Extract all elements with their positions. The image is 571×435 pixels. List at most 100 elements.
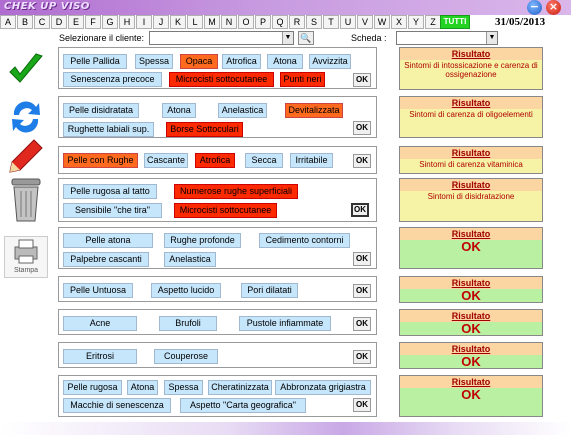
chevron-down-icon[interactable]: ▼	[282, 32, 293, 44]
letter-z[interactable]: Z	[425, 15, 441, 29]
symptom-chip[interactable]: Anelastica	[218, 103, 267, 118]
symptom-chip[interactable]: Aspetto lucido	[151, 283, 221, 298]
symptom-chip[interactable]: Pelle rugosa al tatto	[63, 184, 157, 199]
symptom-chip[interactable]: Pelle Pallida	[63, 54, 127, 69]
bottom-decoration	[0, 422, 571, 435]
symptom-chip[interactable]: Macchie di senescenza	[63, 398, 171, 413]
letter-o[interactable]: O	[238, 15, 254, 29]
symptom-chip[interactable]: Cascante	[144, 153, 188, 168]
ok-button[interactable]: OK	[353, 350, 371, 364]
letter-x[interactable]: X	[391, 15, 407, 29]
letter-p[interactable]: P	[255, 15, 271, 29]
symptom-chip[interactable]: Cheratinizzata	[208, 380, 272, 395]
symptom-chip[interactable]: Atona	[127, 380, 158, 395]
symptom-chip[interactable]: Couperose	[154, 349, 218, 364]
client-select[interactable]: ▼	[149, 31, 294, 45]
letter-b[interactable]: B	[17, 15, 33, 29]
symptom-chip[interactable]: Pelle Untuosa	[63, 283, 133, 298]
letter-a[interactable]: A	[0, 15, 16, 29]
letter-m[interactable]: M	[204, 15, 220, 29]
current-date: 31/05/2013	[495, 16, 546, 28]
symptom-chip[interactable]: Punti neri	[280, 72, 325, 87]
symptom-chip[interactable]: Senescenza precoce	[63, 72, 162, 87]
ok-button[interactable]: OK	[353, 284, 371, 298]
letter-f[interactable]: F	[85, 15, 101, 29]
letter-q[interactable]: Q	[272, 15, 288, 29]
symptom-chip[interactable]: Abbronzata grigiastra	[275, 380, 371, 395]
symptom-chip[interactable]: Palpebre cascanti	[63, 252, 149, 267]
symptom-chip[interactable]: Irritabile	[290, 153, 333, 168]
symptom-chip[interactable]: Atona	[162, 103, 196, 118]
letter-e[interactable]: E	[68, 15, 84, 29]
symptom-chip[interactable]: Avvizzita	[309, 54, 351, 69]
refresh-button[interactable]	[4, 97, 48, 139]
letter-v[interactable]: V	[357, 15, 373, 29]
symptom-group-9: Pelle rugosa Atona Spessa Cheratinizzata…	[58, 375, 377, 417]
symptom-chip[interactable]: Pelle con Rughe	[63, 153, 138, 168]
symptom-chip[interactable]: Aspetto "Carta geografica"	[180, 398, 306, 413]
ok-button[interactable]: OK	[353, 154, 371, 168]
ok-button[interactable]: OK	[353, 252, 371, 266]
symptom-chip[interactable]: Microcisti sottocutanee	[174, 203, 277, 218]
symptom-chip[interactable]: Cedimento contorni	[259, 233, 350, 248]
symptom-chip[interactable]: Numerose rughe superficiali	[174, 184, 298, 199]
client-label: Selezionare il cliente:	[59, 33, 145, 43]
symptom-chip[interactable]: Rughette labiali sup.	[63, 122, 154, 137]
symptom-chip[interactable]: Pelle atona	[63, 233, 153, 248]
ok-button[interactable]: OK	[351, 203, 369, 217]
letter-w[interactable]: W	[374, 15, 390, 29]
letter-r[interactable]: R	[289, 15, 305, 29]
symptom-chip[interactable]: Spessa	[135, 54, 173, 69]
symptom-chip[interactable]: Acne	[63, 316, 137, 331]
symptom-chip[interactable]: Sensibile "che tira"	[63, 203, 162, 218]
symptom-chip[interactable]: Pelle disidratata	[63, 103, 139, 118]
letter-t[interactable]: T	[323, 15, 339, 29]
symptom-chip[interactable]: Atrofica	[195, 153, 235, 168]
letter-n[interactable]: N	[221, 15, 237, 29]
letter-u[interactable]: U	[340, 15, 356, 29]
minimize-icon[interactable]: −	[527, 0, 542, 15]
ok-button[interactable]: OK	[353, 121, 371, 135]
delete-button[interactable]	[4, 175, 48, 223]
result-panel-7: Risultato OK	[399, 309, 543, 336]
symptom-chip[interactable]: Eritrosi	[63, 349, 137, 364]
symptom-chip[interactable]: Borse Sottoculari	[166, 122, 243, 137]
symptom-chip[interactable]: Opaca	[180, 54, 218, 69]
symptom-group-4: Pelle rugosa al tatto Numerose rughe sup…	[58, 178, 377, 222]
symptom-chip[interactable]: Atona	[267, 54, 303, 69]
scheda-label: Scheda :	[351, 33, 387, 43]
letter-l[interactable]: L	[187, 15, 203, 29]
ok-button[interactable]: OK	[353, 317, 371, 331]
symptom-chip[interactable]: Anelastica	[164, 252, 216, 267]
letter-y[interactable]: Y	[408, 15, 424, 29]
letter-d[interactable]: D	[51, 15, 67, 29]
symptom-chip[interactable]: Rughe profonde	[164, 233, 241, 248]
symptom-chip[interactable]: Spessa	[164, 380, 203, 395]
close-icon[interactable]: ×	[546, 0, 561, 15]
symptom-chip[interactable]: Microcisti sottocutanee	[169, 72, 274, 87]
letter-g[interactable]: G	[102, 15, 118, 29]
symptom-chip[interactable]: Devitalizzata	[285, 103, 343, 118]
edit-button[interactable]	[4, 136, 48, 176]
symptom-chip[interactable]: Pelle rugosa	[63, 380, 122, 395]
scheda-select[interactable]: ▼	[396, 31, 498, 45]
letter-j[interactable]: J	[153, 15, 169, 29]
print-button[interactable]: Stampa	[4, 236, 48, 278]
all-letters-button[interactable]: TUTTI	[440, 15, 470, 29]
confirm-button[interactable]	[4, 50, 48, 92]
search-icon[interactable]: 🔍	[298, 31, 314, 45]
symptom-chip[interactable]: Pustole infiammate	[239, 316, 331, 331]
ok-button[interactable]: OK	[353, 398, 371, 412]
letter-h[interactable]: H	[119, 15, 135, 29]
symptom-chip[interactable]: Pori dilatati	[241, 283, 298, 298]
symptom-chip[interactable]: Secca	[245, 153, 283, 168]
symptom-chip[interactable]: Brufoli	[159, 316, 217, 331]
letter-s[interactable]: S	[306, 15, 322, 29]
letter-k[interactable]: K	[170, 15, 186, 29]
symptom-chip[interactable]: Atrofica	[222, 54, 261, 69]
chevron-down-icon[interactable]: ▼	[486, 32, 497, 44]
ok-button[interactable]: OK	[353, 73, 371, 87]
result-title: Risultato	[400, 147, 542, 159]
letter-i[interactable]: I	[136, 15, 152, 29]
letter-c[interactable]: C	[34, 15, 50, 29]
